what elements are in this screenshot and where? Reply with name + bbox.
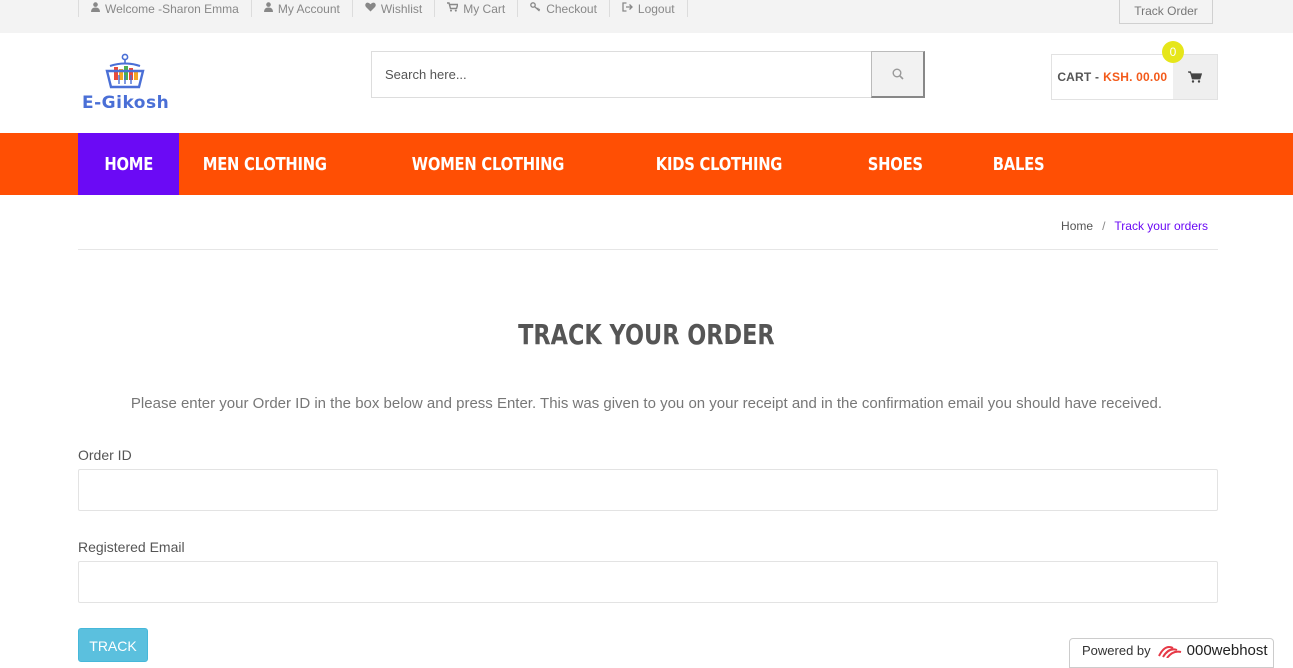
top-link-label: Welcome -Sharon Emma bbox=[105, 1, 239, 16]
top-bar: Welcome -Sharon Emma My Account Wishlist… bbox=[0, 0, 1293, 33]
email-field[interactable] bbox=[78, 561, 1218, 603]
powered-by-brand: 000webhost bbox=[1186, 641, 1268, 659]
search-bar bbox=[371, 51, 925, 98]
top-link-label: Checkout bbox=[546, 1, 597, 16]
breadcrumb: Home / Track your orders bbox=[1061, 219, 1208, 233]
divider bbox=[78, 249, 1218, 250]
track-button[interactable]: TRACK bbox=[78, 628, 148, 662]
page-title: TRACK YOUR ORDER bbox=[0, 318, 1293, 351]
order-id-label: Order ID bbox=[78, 447, 132, 463]
key-icon bbox=[530, 2, 541, 15]
basket-logo-icon bbox=[105, 53, 145, 89]
user-icon bbox=[91, 2, 100, 15]
breadcrumb-separator: / bbox=[1102, 219, 1106, 233]
search-input[interactable] bbox=[372, 52, 872, 97]
cart-summary[interactable]: CART - KSH. 00.00 bbox=[1052, 55, 1173, 99]
top-link-checkout[interactable]: Checkout bbox=[518, 0, 610, 17]
main-nav: HOME MEN CLOTHING WOMEN CLOTHING KIDS CL… bbox=[0, 133, 1293, 195]
nav-item-label: HOME bbox=[104, 153, 153, 175]
nav-item-kids-clothing[interactable]: KIDS CLOTHING bbox=[632, 133, 806, 195]
page-title-text: TRACK YOUR ORDER bbox=[518, 318, 775, 351]
order-id-field[interactable] bbox=[78, 469, 1218, 511]
top-link-wishlist[interactable]: Wishlist bbox=[353, 0, 436, 17]
search-button[interactable] bbox=[871, 51, 925, 98]
cart-button[interactable] bbox=[1172, 55, 1217, 99]
sign-out-icon bbox=[622, 2, 633, 15]
heart-icon bbox=[365, 2, 376, 15]
cart-label: CART - bbox=[1057, 70, 1100, 84]
nav-item-shoes[interactable]: SHOES bbox=[844, 133, 947, 195]
site-logo[interactable]: E-Gikosh bbox=[82, 53, 174, 113]
breadcrumb-current: Track your orders bbox=[1114, 219, 1208, 233]
user-icon bbox=[263, 2, 273, 15]
cart-count-badge: 0 bbox=[1162, 41, 1184, 63]
cart-icon bbox=[1187, 71, 1202, 83]
email-label: Registered Email bbox=[78, 539, 185, 555]
top-link-label: Logout bbox=[637, 1, 675, 16]
search-icon bbox=[892, 68, 904, 80]
top-links: Welcome -Sharon Emma My Account Wishlist… bbox=[78, 0, 688, 17]
top-link-logout[interactable]: Logout bbox=[610, 0, 688, 17]
top-link-welcome[interactable]: Welcome -Sharon Emma bbox=[78, 0, 252, 17]
cart-amount: KSH. 00.00 bbox=[1103, 70, 1168, 84]
top-link-my-cart[interactable]: My Cart bbox=[435, 0, 519, 17]
nav-item-men-clothing[interactable]: MEN CLOTHING bbox=[179, 133, 351, 195]
track-order-button[interactable]: Track Order bbox=[1119, 0, 1213, 24]
nav-item-bales[interactable]: BALES bbox=[969, 133, 1068, 195]
nav-item-home[interactable]: HOME bbox=[78, 133, 179, 195]
powered-by-badge[interactable]: Powered by 000webhost bbox=[1069, 638, 1274, 668]
top-link-label: My Account bbox=[277, 1, 340, 16]
webhost-logo-icon bbox=[1157, 646, 1181, 658]
cart-icon bbox=[447, 2, 459, 15]
top-link-my-account[interactable]: My Account bbox=[252, 0, 353, 17]
breadcrumb-home[interactable]: Home bbox=[1061, 219, 1093, 233]
page-intro: Please enter your Order ID in the box be… bbox=[130, 395, 1163, 412]
nav-item-women-clothing[interactable]: WOMEN CLOTHING bbox=[388, 133, 588, 195]
top-link-label: My Cart bbox=[463, 1, 506, 16]
powered-by-text: Powered by bbox=[1082, 642, 1151, 658]
logo-text: E-Gikosh bbox=[82, 93, 170, 113]
cart-widget: CART - KSH. 00.00 bbox=[1051, 54, 1218, 100]
top-link-label: Wishlist bbox=[380, 1, 423, 16]
